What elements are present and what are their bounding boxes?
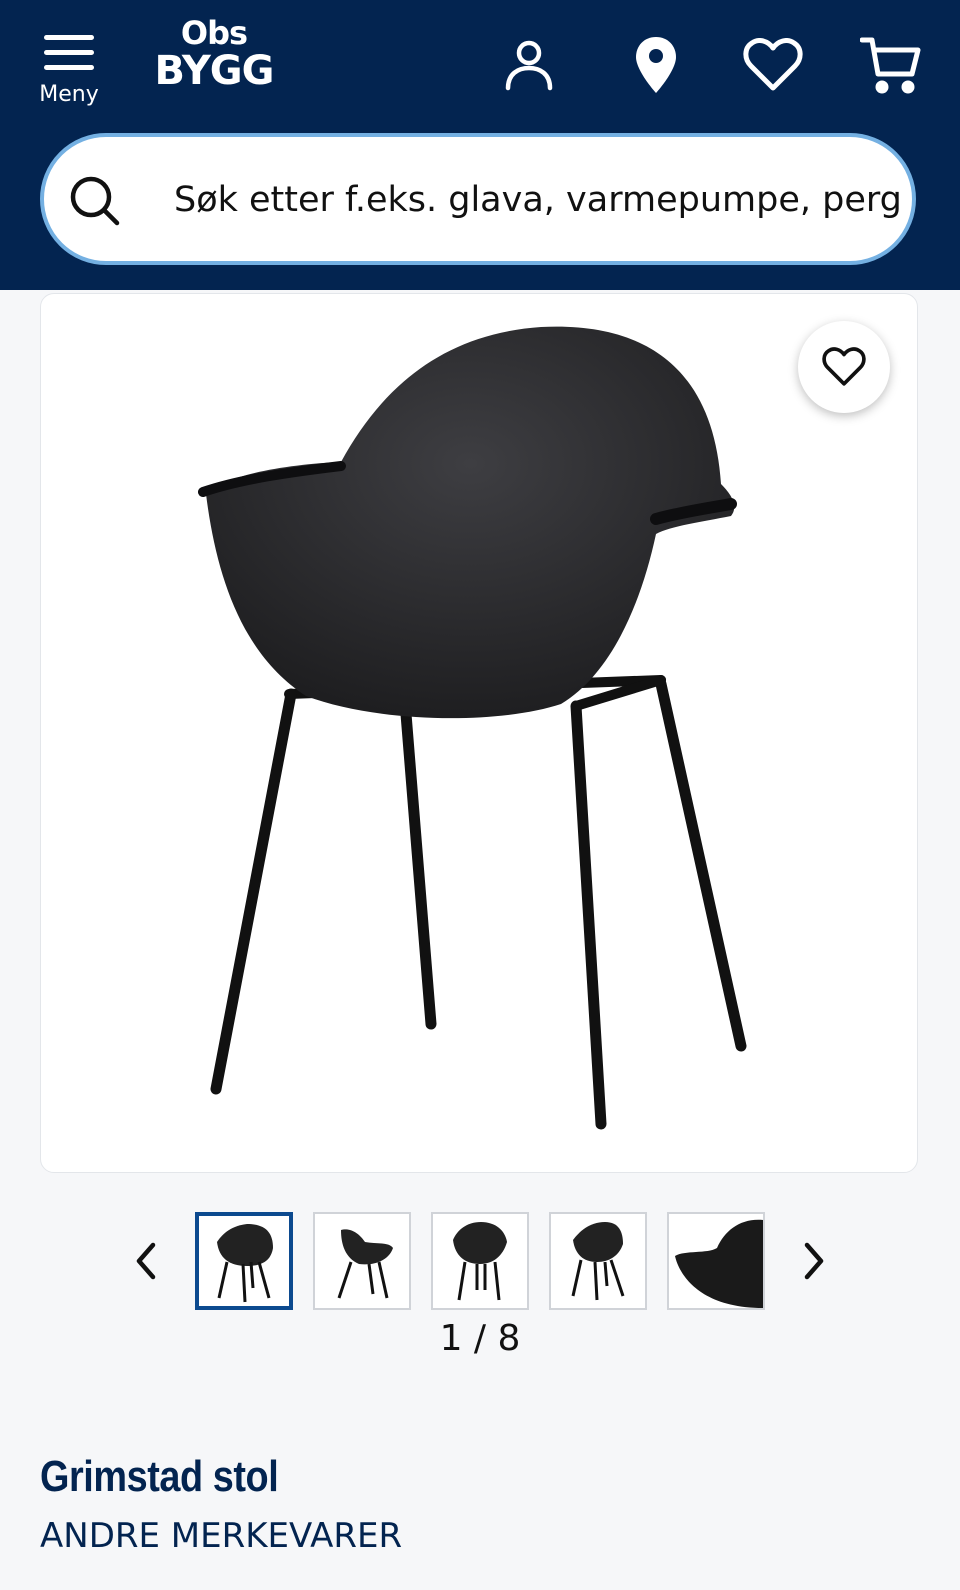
site-header: Meny Obs BYGG [0, 0, 960, 290]
search-bar[interactable] [40, 133, 916, 265]
heart-icon[interactable] [738, 30, 808, 100]
product-image [198, 326, 747, 1130]
logo-bottom-text: BYGG [154, 48, 275, 94]
thumbnail-4[interactable] [549, 1212, 647, 1310]
previous-arrow-icon[interactable] [126, 1236, 166, 1286]
hamburger-icon [44, 35, 94, 71]
next-arrow-icon[interactable] [794, 1236, 834, 1286]
search-icon[interactable] [69, 175, 121, 227]
product-image-card[interactable] [40, 293, 918, 1173]
logo-top-text: Obs [180, 14, 248, 52]
heart-outline-icon [822, 347, 866, 386]
search-input[interactable] [172, 169, 906, 231]
menu-label: Meny [39, 82, 99, 107]
image-counter: 1 / 8 [439, 1318, 521, 1359]
thumbnail-3[interactable] [431, 1212, 529, 1310]
product-title: Grimstad stol [40, 1452, 279, 1501]
product-brand[interactable]: ANDRE MERKEVARER [40, 1516, 402, 1556]
thumbnail-carousel [0, 1212, 960, 1312]
location-pin-icon[interactable] [621, 30, 691, 100]
thumbnail-2[interactable] [313, 1212, 411, 1310]
thumbnail-5[interactable] [667, 1212, 765, 1310]
cart-icon[interactable] [856, 30, 926, 100]
obs-bygg-logo[interactable]: Obs BYGG [152, 16, 276, 106]
user-icon[interactable] [494, 30, 564, 100]
menu-button[interactable]: Meny [30, 30, 108, 116]
thumbnail-1[interactable] [195, 1212, 293, 1310]
favorite-button[interactable] [798, 321, 890, 413]
